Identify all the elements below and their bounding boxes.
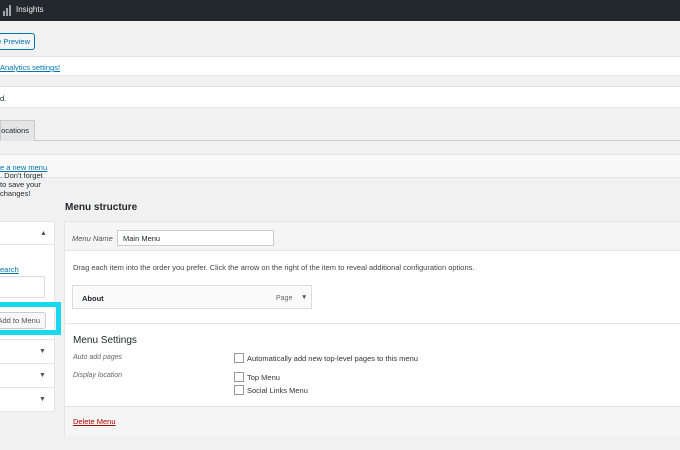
search-tab-link[interactable]: earch [0,265,19,274]
preview-button[interactable]: e Preview [0,33,35,50]
menu-item-about[interactable]: About Page ▼ [72,285,312,309]
analytics-settings-link[interactable]: Analytics settings! [0,63,60,72]
categories-accordion-header[interactable]: ▼ [0,387,54,411]
chevron-up-icon[interactable]: ▲ [40,230,47,237]
custom-links-accordion-header[interactable]: ▼ [0,363,54,387]
add-to-menu-highlight-box [0,302,61,335]
menu-management-panel: Menu Name Drag each item into the order … [64,221,680,436]
top-menu-label: Top Menu [247,373,280,382]
tab-divider [0,140,680,141]
auto-add-label: Auto add pages [73,354,123,361]
chevron-down-icon: ▼ [39,396,46,403]
menu-name-bar: Menu Name [65,222,680,251]
menu-settings-title: Menu Settings [73,335,137,346]
top-menu-checkbox[interactable] [234,372,244,382]
analytics-notice: Analytics settings! [0,56,680,76]
menu-structure-title: Menu structure [65,202,138,213]
auto-add-option-label: Automatically add new top-level pages to… [247,354,418,363]
social-links-menu-checkbox[interactable] [234,385,244,395]
pages-accordion-header[interactable]: ▲ [0,222,54,245]
social-links-menu-label: Social Links Menu [247,386,308,395]
menu-help-text: e a new menu. Don't forget to save your … [0,163,47,198]
tab-manage-locations[interactable]: ocations [0,120,35,141]
display-location-label: Display location [73,372,123,379]
menu-help-rest: . Don't forget to save your changes! [0,171,43,198]
menu-footer [65,406,680,436]
caret-down-icon[interactable]: ▼ [301,294,307,301]
menu-item-type: Page [276,295,293,302]
insights-chart-icon[interactable] [3,5,13,16]
drag-instructions: Drag each item into the order you prefer… [73,263,475,272]
updated-notice-text: d. [0,94,7,103]
menu-item-title: About [82,294,104,303]
delete-menu-link[interactable]: Delete Menu [73,417,116,426]
auto-add-checkbox[interactable] [234,353,244,363]
admin-bar: Insights [0,0,680,21]
chevron-down-icon: ▼ [39,372,46,379]
divider [65,323,680,324]
pages-list-box [0,276,45,298]
menu-name-label: Menu Name [72,234,113,243]
chevron-down-icon: ▼ [39,348,46,355]
menu-help-notice: e a new menu. Don't forget to save your … [0,154,680,198]
admin-bar-insights[interactable]: Insights [16,5,44,14]
posts-accordion-header[interactable]: ▼ [0,339,54,363]
menu-name-input[interactable] [117,230,274,246]
updated-notice: d. [0,86,680,108]
